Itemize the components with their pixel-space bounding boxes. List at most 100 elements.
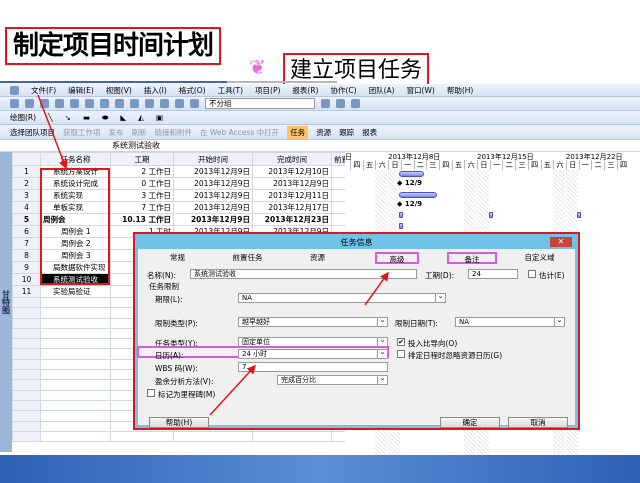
open-web-access-button[interactable]: 在 Web Access 中打开 xyxy=(200,127,279,138)
select-team-project-button[interactable]: 选择团队项目 xyxy=(10,127,55,138)
row-id[interactable]: 9 xyxy=(12,261,41,274)
row-id[interactable]: 7 xyxy=(12,237,41,250)
entry-bar[interactable]: 系统测试验收 xyxy=(0,140,640,152)
calendar-select[interactable]: 24 小时 xyxy=(238,349,388,359)
menu-project[interactable]: 项目(P) xyxy=(255,85,280,96)
tab-predecessors[interactable]: 前置任务 xyxy=(215,252,280,264)
milestone-checkbox[interactable] xyxy=(147,389,155,397)
task-info-icon[interactable] xyxy=(190,99,199,108)
ignore-resource-calendar-checkbox[interactable] xyxy=(397,350,405,358)
menu-tools[interactable]: 工具(T) xyxy=(218,85,243,96)
menu-format[interactable]: 格式(O) xyxy=(179,85,206,96)
polygon-icon[interactable]: ◭ xyxy=(138,113,144,122)
redo-icon[interactable] xyxy=(160,99,169,108)
start-cell[interactable]: 2013年12月9日 xyxy=(173,201,253,214)
menu-insert[interactable]: 插入(I) xyxy=(144,85,167,96)
zoom-in-icon[interactable] xyxy=(321,99,330,108)
menu-file[interactable]: 文件(F) xyxy=(31,85,56,96)
finish-cell[interactable]: 2013年12月9日 xyxy=(252,177,332,190)
finish-cell[interactable]: 2013年12月17日 xyxy=(252,201,332,214)
task-bar[interactable] xyxy=(399,191,437,198)
col-start[interactable]: 开始时间 xyxy=(173,152,253,166)
spell-icon[interactable] xyxy=(85,99,94,108)
paste-icon[interactable] xyxy=(130,99,139,108)
tab-advanced[interactable]: 高级 xyxy=(375,252,419,264)
col-task-name[interactable]: 任务名称 xyxy=(40,152,111,166)
tab-custom-fields[interactable]: 自定义域 xyxy=(507,252,572,264)
row-header-corner[interactable] xyxy=(12,152,41,166)
tab-notes[interactable]: 备注 xyxy=(447,252,497,264)
row-id[interactable]: 2 xyxy=(12,177,41,190)
constraint-type-select[interactable]: 越早越好 xyxy=(238,317,388,327)
cut-icon[interactable] xyxy=(100,99,109,108)
menu-edit[interactable]: 编辑(E) xyxy=(68,85,94,96)
arrow-icon[interactable]: ↘ xyxy=(65,113,71,122)
preview-icon[interactable] xyxy=(70,99,79,108)
effort-driven-checkbox[interactable]: ✔ xyxy=(397,338,405,346)
textbox-icon[interactable]: ▣ xyxy=(156,113,163,122)
task-bar[interactable] xyxy=(399,222,403,229)
draw-menu[interactable]: 绘图(R) xyxy=(10,112,36,123)
view-bar-label[interactable]: 甘特图 xyxy=(0,152,12,452)
menu-view[interactable]: 视图(V) xyxy=(106,85,132,96)
milestone-marker[interactable]: ◆ 12/9 xyxy=(397,179,422,187)
start-cell[interactable]: 2013年12月9日 xyxy=(173,189,253,202)
constraint-date-select[interactable]: NA xyxy=(455,317,565,327)
wbs-input[interactable]: 7 xyxy=(238,362,388,372)
finish-cell[interactable]: 2013年12月11日 xyxy=(252,189,332,202)
line-icon[interactable]: ╲ xyxy=(48,113,53,122)
view-resource-button[interactable]: 资源 xyxy=(316,127,331,138)
milestone-marker[interactable]: ◆ 12/9 xyxy=(397,200,422,208)
menu-report[interactable]: 报表(R) xyxy=(292,85,318,96)
duration-cell[interactable]: 7 工作日 xyxy=(110,201,174,214)
row-id[interactable]: 8 xyxy=(12,249,41,262)
print-icon[interactable] xyxy=(55,99,64,108)
start-cell[interactable]: 2013年12月9日 xyxy=(173,213,253,226)
link-icon[interactable] xyxy=(175,99,184,108)
row-id[interactable]: 3 xyxy=(12,189,41,202)
open-icon[interactable] xyxy=(25,99,34,108)
help-button[interactable]: 帮助(H) xyxy=(149,417,209,428)
publish-button[interactable]: 发布 xyxy=(109,127,124,138)
menu-help[interactable]: 帮助(H) xyxy=(447,85,474,96)
row-id[interactable]: 4 xyxy=(12,201,41,214)
finish-cell[interactable]: 2013年12月23日 xyxy=(252,213,332,226)
duration-cell[interactable]: 10.13 工作日 xyxy=(110,213,174,226)
col-duration[interactable]: 工期 xyxy=(110,152,174,166)
recurring-task-bar[interactable] xyxy=(577,212,581,219)
oval-icon[interactable]: ⬬ xyxy=(102,113,108,123)
close-icon[interactable]: ✕ xyxy=(550,237,572,247)
task-bar[interactable] xyxy=(399,171,424,177)
menu-window[interactable]: 窗口(W) xyxy=(407,85,435,96)
view-report-button[interactable]: 报表 xyxy=(362,127,377,138)
row-id[interactable]: 1 xyxy=(12,165,41,178)
refresh-button[interactable]: 刷新 xyxy=(132,127,147,138)
duration-cell[interactable]: 3 工作日 xyxy=(110,189,174,202)
row-id[interactable]: 6 xyxy=(12,225,41,238)
menu-collaborate[interactable]: 协作(C) xyxy=(330,85,356,96)
cancel-button[interactable]: 取消 xyxy=(508,417,568,428)
start-cell[interactable]: 2013年12月9日 xyxy=(173,177,253,190)
duration-stepper[interactable]: 24 xyxy=(468,269,518,279)
row-id[interactable]: 5 xyxy=(12,213,41,226)
recurring-task-bar[interactable] xyxy=(399,212,403,219)
rectangle-icon[interactable]: ▬ xyxy=(83,113,90,122)
view-task-button[interactable]: 任务 xyxy=(287,125,309,139)
copy-icon[interactable] xyxy=(115,99,124,108)
name-input[interactable]: 系统测试验收 xyxy=(190,269,417,279)
task-name-cell[interactable]: 实验局验证 xyxy=(40,285,111,298)
zoom-out-icon[interactable] xyxy=(336,99,345,108)
arc-icon[interactable]: ◣ xyxy=(120,113,126,122)
save-icon[interactable] xyxy=(40,99,49,108)
view-tracking-button[interactable]: 跟踪 xyxy=(339,127,354,138)
links-attachments-button[interactable]: 链接和附件 xyxy=(155,127,193,138)
earned-value-select[interactable]: 完成百分比 xyxy=(277,375,388,385)
col-finish[interactable]: 完成时间 xyxy=(252,152,332,166)
start-cell[interactable]: 2013年12月9日 xyxy=(173,165,253,178)
menu-team[interactable]: 团队(A) xyxy=(369,85,395,96)
empty-row[interactable] xyxy=(12,430,352,443)
group-select[interactable]: 不分组 xyxy=(205,98,315,109)
deadline-select[interactable]: NA xyxy=(238,293,446,303)
recurring-task-bar[interactable] xyxy=(489,212,493,219)
ok-button[interactable]: 确定 xyxy=(440,417,500,428)
